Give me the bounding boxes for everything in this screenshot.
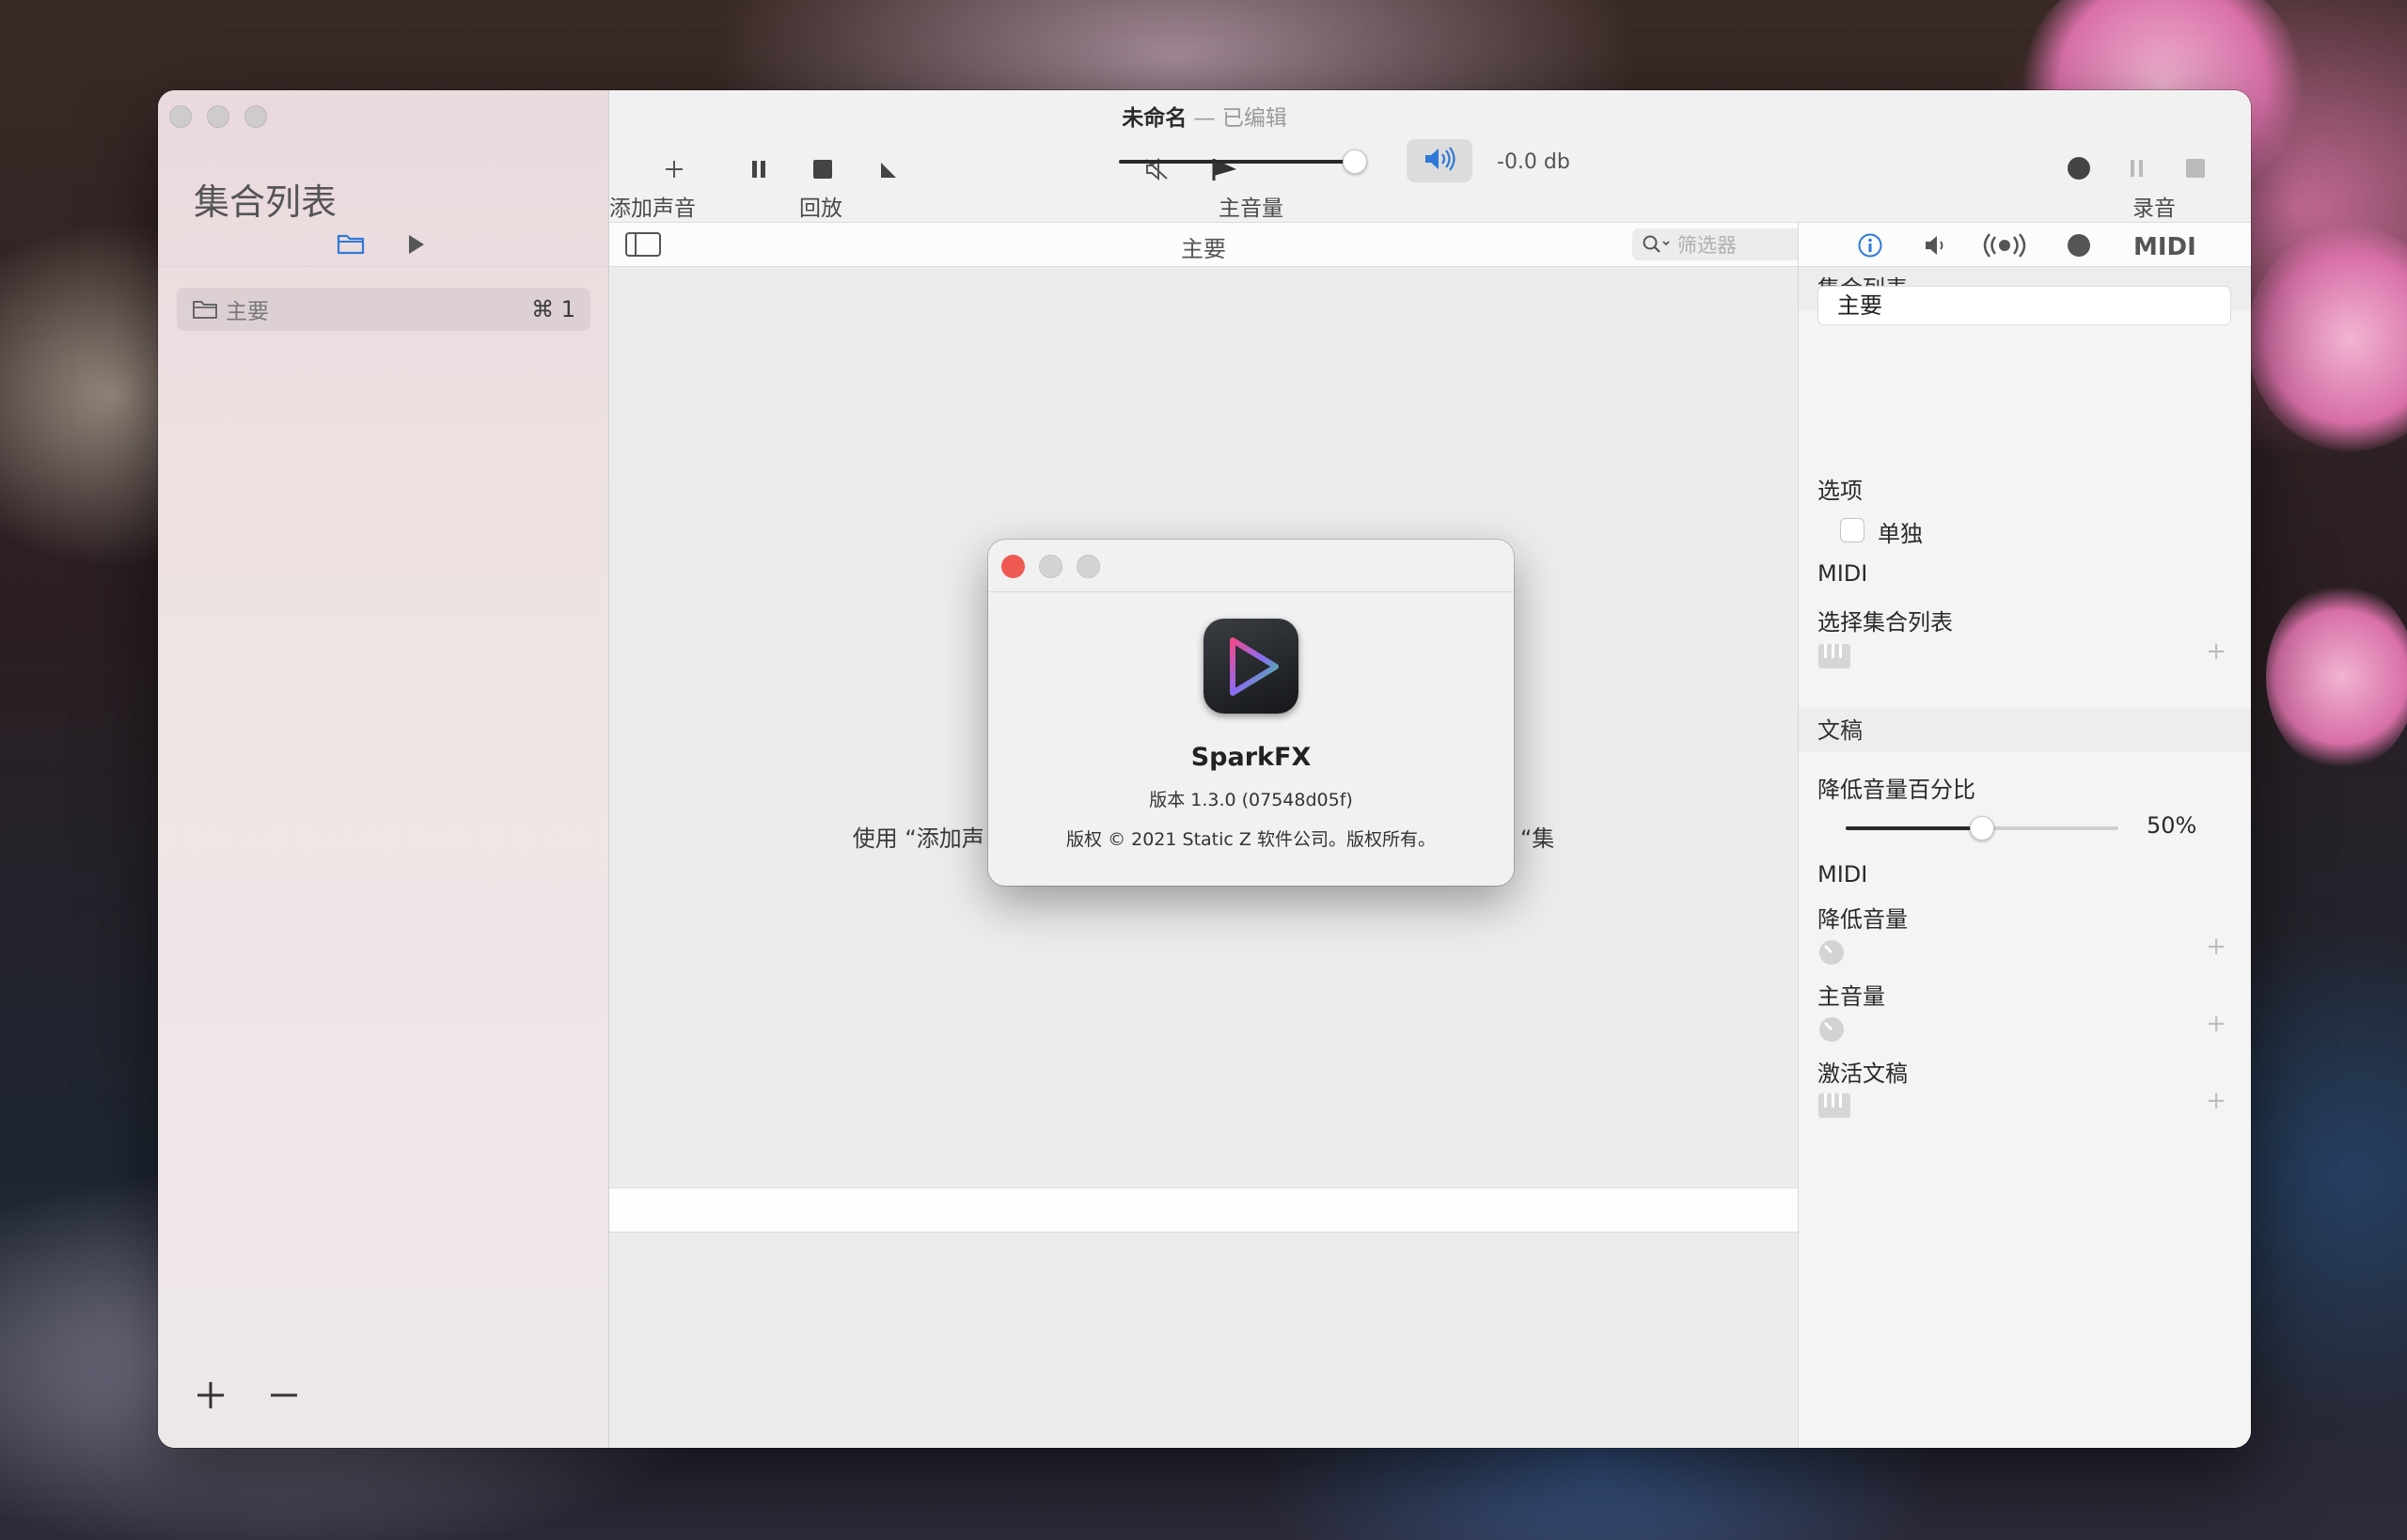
master-volume-slider[interactable] [1119,149,1367,174]
wallpaper-flower [2247,226,2407,451]
about-version: 版本 1.3.0 (07548d05f) [1149,790,1353,810]
sidebar-header [158,222,609,267]
add-duck-midi-icon[interactable]: + [2206,933,2226,961]
about-dialog: SparkFX 版本 1.3.0 (07548d05f) 版权 © 2021 S… [988,540,1514,886]
sidebar-title: 集合列表 [194,181,338,223]
title-separator: — [1193,106,1216,131]
cue-list-name-field[interactable]: 主要 [1817,286,2231,325]
record-pause-button[interactable] [2116,149,2159,192]
stop-icon [812,159,833,183]
detail-panel [609,1233,1798,1448]
wallpaper-flower [2266,583,2407,771]
window-title: 未命名 — 已编辑 [158,100,2251,132]
record-button[interactable] [2057,149,2100,192]
pause-icon [2129,158,2146,182]
duck-percent-knob[interactable] [1970,816,1994,841]
plus-icon[interactable] [194,1378,228,1416]
broadcast-icon[interactable] [1983,232,2026,262]
about-minimize-button[interactable] [1039,555,1062,578]
record-stop-button[interactable] [2174,149,2217,192]
content-title: 主要 [1181,236,1226,262]
playback-label: 回放 [799,196,842,221]
inspector: MIDI 集合列表 主要 选项 单独 MIDI 选择集合列表 + 文稿 降低音量… [1798,222,2251,1448]
info-icon[interactable] [1857,232,1883,262]
master-volume-knob[interactable] [1343,149,1367,174]
sidebar-item-label: 主要 [226,300,269,324]
filter-placeholder: 筛选器 [1677,234,1737,257]
master-volume-midi-label: 主音量 [1817,983,1885,1010]
duck-percent-slider[interactable] [1846,816,2118,841]
add-sound-button[interactable] [643,149,705,194]
section-script: 文稿 [1799,709,2251,752]
stop-button[interactable] [799,149,846,194]
fade-icon [878,159,899,183]
document-title: 未命名 [1122,106,1188,131]
volume-db-readout: -0.0 db [1497,150,1570,174]
sidebar-item-shortcut: ⌘ 1 [531,296,575,322]
midi-label-2: MIDI [1817,861,1868,888]
solo-checkbox[interactable] [1840,518,1864,542]
plus-icon [663,158,685,184]
detail-strip [609,1187,1798,1233]
speaker-icon[interactable] [1923,232,1949,262]
activate-script-label: 激活文稿 [1817,1061,1908,1087]
piano-keys-icon [1817,1092,1851,1123]
duck-percent-value: 50% [2147,812,2197,839]
add-activate-script-midi-icon[interactable]: + [2206,1087,2226,1115]
volume-button[interactable] [1407,139,1472,182]
play-icon[interactable] [406,233,427,259]
speaker-icon [1423,146,1456,176]
midi-label: MIDI [1817,560,1868,587]
empty-hint-left: 使用 “添加声 [852,825,984,852]
pause-button[interactable] [735,149,782,194]
app-icon [1204,619,1298,714]
master-volume-label: 主音量 [1219,196,1283,221]
piano-keys-icon [1817,643,1851,673]
select-cue-list-label: 选择集合列表 [1817,609,1953,636]
about-copyright: 版权 © 2021 Static Z 软件公司。版权所有。 [1066,829,1436,850]
content-header: 主要 筛选器 [609,222,1938,267]
about-app-name: SparkFX [1190,743,1312,772]
duck-percent-fill [1846,826,1982,830]
knob-icon [1817,938,1846,970]
sidebar: 集合列表 主要 ⌘ 1 [158,90,609,1448]
sidebar-item-main[interactable]: 主要 ⌘ 1 [177,288,590,331]
inspector-tabs: MIDI [1799,222,2251,267]
knob-icon [1817,1015,1846,1047]
fade-button[interactable] [865,149,912,194]
add-midi-trigger-icon[interactable]: + [2206,637,2226,666]
master-volume-fill [1119,160,1355,164]
about-titlebar [988,540,1514,592]
stop-icon [2185,158,2206,182]
pause-icon [749,159,768,183]
go-button[interactable] [1198,149,1251,194]
midi-icon[interactable]: MIDI [2133,233,2196,261]
about-zoom-button[interactable] [1077,555,1100,578]
search-icon [1642,234,1672,255]
solo-label: 单独 [1878,521,1923,547]
document-state: 已编辑 [1221,106,1287,131]
options-label: 选项 [1817,478,1863,504]
duck-percent-label: 降低音量百分比 [1817,777,1975,803]
minus-icon[interactable] [267,1378,301,1416]
folder-icon [192,298,218,321]
mute-button[interactable] [1130,149,1183,194]
add-master-volume-midi-icon[interactable]: + [2206,1010,2226,1038]
svg-text:MIDI: MIDI [2133,234,2195,257]
about-close-button[interactable] [1001,555,1025,578]
empty-hint-right: “集 [1519,825,1555,852]
record-label: 录音 [2132,196,2176,221]
add-sound-label: 添加声音 [609,196,696,221]
record-icon [2067,156,2091,184]
folder-icon[interactable] [337,231,365,259]
record-icon[interactable] [2066,232,2092,262]
duck-volume-label: 降低音量 [1817,906,1908,933]
